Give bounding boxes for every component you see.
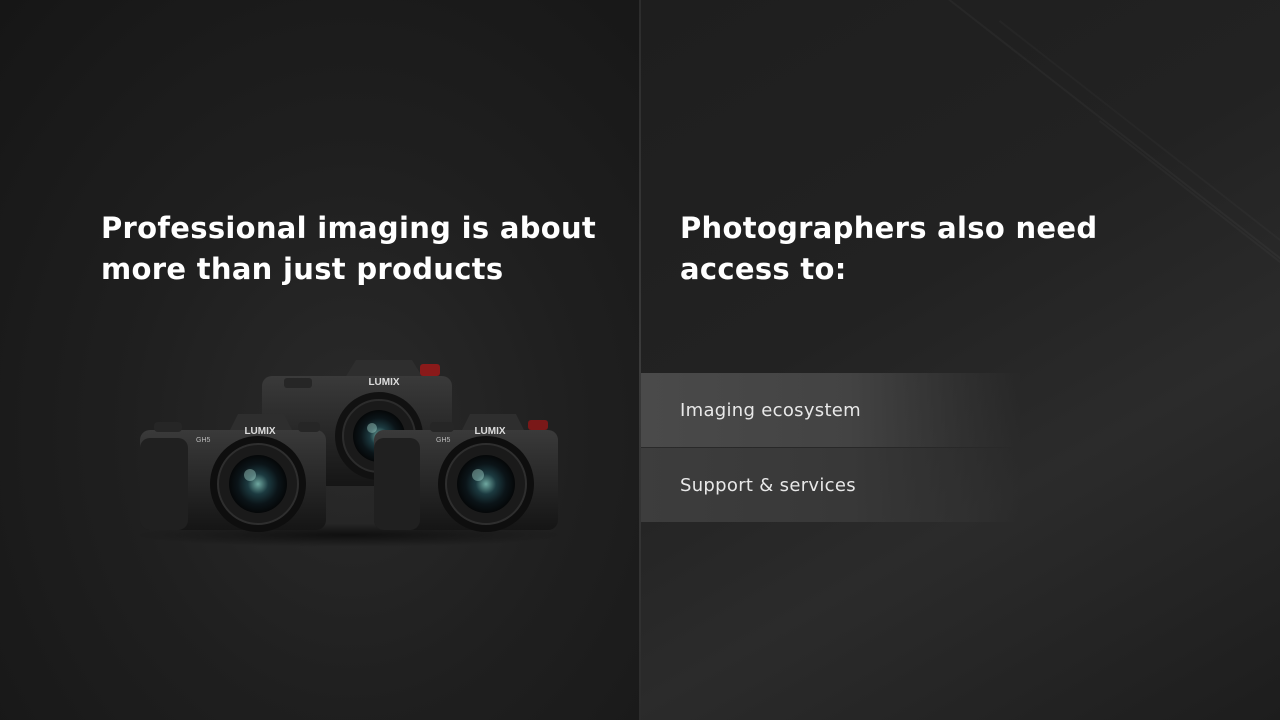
menu-item-support-services[interactable]: Support & services <box>641 448 1021 522</box>
menu-item-imaging-ecosystem[interactable]: Imaging ecosystem <box>641 373 1021 447</box>
camera-brand-text: LUMIX <box>244 426 275 437</box>
right-headline: Photographers also need access to: <box>680 208 1097 290</box>
camera-model-text: GH5 <box>436 437 451 444</box>
access-menu: Imaging ecosystem Support & services <box>641 373 1021 522</box>
slide: Professional imaging is about more than … <box>0 0 1280 720</box>
right-headline-line-2: access to: <box>680 252 847 286</box>
menu-item-label: Imaging ecosystem <box>680 399 862 421</box>
left-headline: Professional imaging is about more than … <box>101 208 596 290</box>
right-panel <box>640 0 1280 720</box>
camera-right: LUMIX GH5 <box>374 414 558 532</box>
left-headline-line-1: Professional imaging is about <box>101 211 597 245</box>
camera-lineup-image: LUMIX LUMIX GH5 LUMIX GH5 <box>134 360 564 547</box>
left-headline-line-2: more than just products <box>101 252 504 286</box>
camera-brand-text: LUMIX <box>368 377 399 388</box>
camera-left: LUMIX GH5 <box>140 414 326 532</box>
menu-item-label: Support & services <box>680 474 856 496</box>
camera-model-text: GH5 <box>196 437 211 444</box>
panel-divider <box>639 0 641 720</box>
camera-brand-text: LUMIX <box>474 426 505 437</box>
right-headline-line-1: Photographers also need <box>680 211 1098 245</box>
